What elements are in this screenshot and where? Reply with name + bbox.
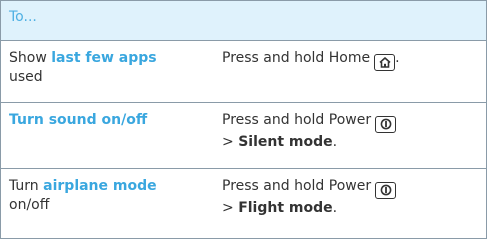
instruction-prefix: >: [222, 134, 239, 150]
action-text-cont: on/off: [9, 197, 50, 213]
instruction-end: .: [395, 50, 400, 66]
action-cell: Turn sound on/off: [9, 111, 209, 130]
instruction-end: .: [332, 200, 338, 216]
instruction-text: Press and hold Power: [222, 178, 372, 194]
action-highlight: airplane mode: [43, 178, 157, 194]
instruction-end: .: [332, 134, 338, 150]
table-row: Turn airplane mode on/off Press and hold…: [1, 168, 486, 238]
table-row: Show last few apps used Press and hold H…: [1, 40, 486, 103]
home-icon: [374, 54, 396, 71]
action-text: Turn: [9, 178, 44, 194]
action-cell: Show last few apps used: [9, 49, 209, 87]
header-label: To...: [9, 9, 37, 25]
power-icon: [375, 182, 397, 199]
action-cell: Turn airplane mode on/off: [9, 177, 209, 215]
table-header: To...: [1, 1, 486, 41]
action-text: Show: [9, 50, 52, 66]
action-highlight: last few apps: [51, 50, 157, 66]
action-highlight: Turn sound on/off: [9, 112, 148, 128]
mode-name: Flight mode: [238, 200, 333, 216]
instruction-table: To... Show last few apps used Press and …: [0, 0, 487, 239]
action-text-cont: used: [9, 69, 43, 85]
table-row: Turn sound on/off Press and hold Power >…: [1, 102, 486, 169]
power-icon: [375, 116, 397, 133]
instruction-cell: Press and hold Power > Silent mode.: [222, 111, 484, 152]
instruction-text: Press and hold Home: [222, 50, 371, 66]
instruction-cell: Press and hold Home.: [222, 49, 484, 71]
instruction-cell: Press and hold Power > Flight mode.: [222, 177, 484, 218]
instruction-prefix: >: [222, 200, 239, 216]
mode-name: Silent mode: [238, 134, 333, 150]
instruction-text: Press and hold Power: [222, 112, 372, 128]
